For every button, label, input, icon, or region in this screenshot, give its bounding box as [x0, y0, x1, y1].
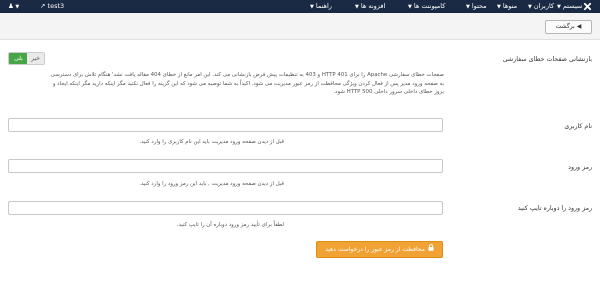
custom-error-toggle[interactable]: بلی خیر: [8, 52, 45, 65]
back-arrow-icon: ◀: [576, 23, 582, 30]
lock-icon: [428, 242, 434, 257]
nav-extensions[interactable]: ▼ افزونه ها: [355, 2, 385, 12]
chevron-down-icon: ▼: [13, 4, 20, 10]
top-navbar: ♟ ▼ ↗ test3 ▼ راهنما ▼ افزونه ها ▼ کامپوننت…: [0, 0, 600, 13]
site-name: test3: [47, 2, 65, 10]
submit-label: محافظت از رمز عبور را درخواست دهید: [325, 246, 425, 253]
chevron-down-icon: ▼: [497, 4, 501, 10]
chevron-down-icon: ▼: [408, 4, 412, 10]
username-hint: قبل از دیدن صفحه ورود مدیریت باید این نا…: [139, 139, 284, 145]
user-menu[interactable]: ♟ ▼: [8, 2, 21, 12]
nav-components[interactable]: ▼ کامپوننت ها: [408, 2, 445, 12]
chevron-down-icon: ▼: [557, 4, 561, 10]
password-confirm-input[interactable]: [8, 201, 443, 215]
nav-menus[interactable]: ▼ منوها: [497, 2, 517, 12]
nav-system[interactable]: ▼ سیستم: [557, 2, 582, 12]
joomla-logo-icon[interactable]: [583, 2, 592, 11]
toggle-no[interactable]: خیر: [27, 53, 44, 64]
chevron-down-icon: ▼: [528, 4, 532, 10]
nav-content[interactable]: ▼ محتوا: [466, 2, 487, 12]
password-input[interactable]: [8, 159, 443, 173]
custom-error-description: صفحات خطای سفارشی Apache را برای HTTP 40…: [50, 72, 444, 96]
request-password-protection-button[interactable]: محافظت از رمز عبور را درخواست دهید: [316, 241, 443, 258]
toolbar: ◀برگشت: [0, 13, 600, 40]
user-icon: ♟: [8, 2, 14, 10]
toggle-yes[interactable]: بلی: [9, 53, 28, 64]
back-button[interactable]: ◀برگشت: [545, 20, 592, 34]
password-hint: قبل از دیدن صفحه ورود مدیریت , باید این …: [139, 181, 284, 187]
password-confirm-label: رمز ورود را دوباره تایپ کنید: [517, 205, 592, 212]
password-label: رمز ورود: [568, 164, 592, 171]
chevron-down-icon: ▼: [466, 4, 470, 10]
back-button-label: برگشت: [555, 23, 575, 30]
chevron-down-icon: ▼: [355, 4, 359, 10]
nav-help[interactable]: ▼ راهنما: [310, 2, 332, 12]
custom-error-label: بازنشانی صفحات خطای سفارشی: [502, 56, 592, 63]
chevron-down-icon: ▼: [310, 4, 314, 10]
username-input[interactable]: [8, 118, 443, 132]
site-link[interactable]: ↗ test3: [40, 2, 64, 11]
username-label: نام کاربری: [564, 123, 592, 130]
external-link-icon: ↗: [40, 2, 46, 10]
nav-users[interactable]: ▼ کاربران: [528, 2, 554, 12]
password-confirm-hint: لطفاً برای تأیید رمز ورود دوباره آن را ت…: [176, 222, 284, 228]
